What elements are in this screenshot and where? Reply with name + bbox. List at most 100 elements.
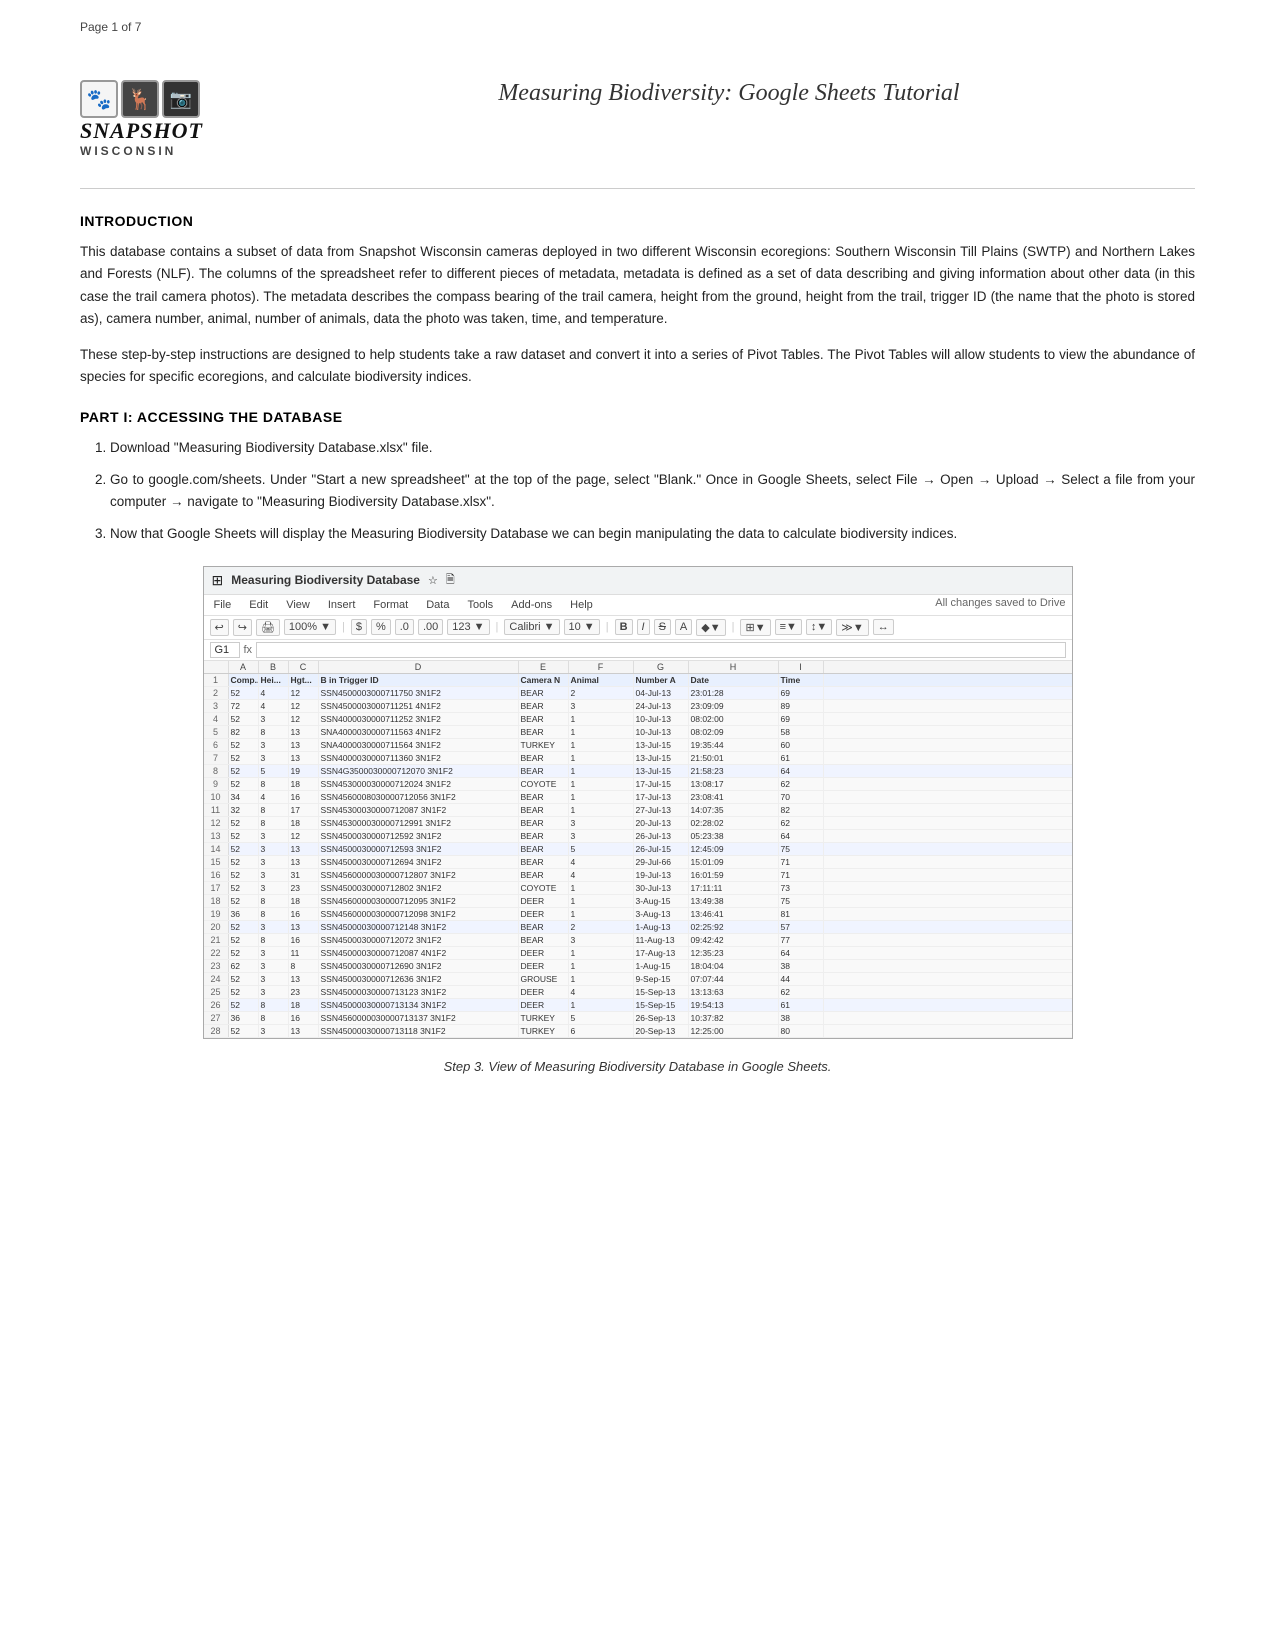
cell-g: 04-Jul-13 <box>634 687 689 699</box>
cell-b: 3 <box>259 752 289 764</box>
cell-a: 32 <box>229 804 259 816</box>
cell-d: SSN45000030000713123 3N1F2 <box>319 986 519 998</box>
cell-c: 11 <box>289 947 319 959</box>
font-dropdown[interactable]: Calibri ▼ <box>504 619 559 635</box>
cell-d: SSN453000030000712991 3N1F2 <box>319 817 519 829</box>
cell-b: 3 <box>259 713 289 725</box>
cell-b: 8 <box>259 908 289 920</box>
cell-a: 52 <box>229 856 259 868</box>
italic-button[interactable]: I <box>637 619 650 635</box>
menu-edit[interactable]: Edit <box>245 597 272 613</box>
format-number-button[interactable]: 123 ▼ <box>447 619 489 635</box>
formula-input[interactable] <box>256 642 1065 658</box>
cell-e: BEAR <box>519 765 569 777</box>
page-title: Measuring Biodiversity: Google Sheets Tu… <box>263 80 1195 107</box>
cell-e: BEAR <box>519 817 569 829</box>
table-row: 16 52 3 31 SSN4560000030000712807 3N1F2 … <box>204 869 1072 882</box>
font-size-dropdown[interactable]: 10 ▼ <box>564 619 600 635</box>
step-1-text: Download "Measuring Biodiversity Databas… <box>110 440 432 455</box>
data-rows-container: 2 52 4 12 SSN4500003000711750 3N1F2 BEAR… <box>204 687 1072 1038</box>
cell-g: 9-Sep-15 <box>634 973 689 985</box>
col-C: C <box>289 661 319 673</box>
rotate-button[interactable]: ↔ <box>873 619 894 635</box>
cell-b: 8 <box>259 817 289 829</box>
cell-c: 13 <box>289 752 319 764</box>
table-row: 5 82 8 13 SNA4000030000711563 4N1F2 BEAR… <box>204 726 1072 739</box>
strikethrough-button[interactable]: S <box>654 619 671 635</box>
cell-g: 17-Jul-13 <box>634 791 689 803</box>
dec-dec-button[interactable]: .0 <box>395 619 414 635</box>
menu-format[interactable]: Format <box>369 597 412 613</box>
row-num: 18 <box>204 895 229 907</box>
dec-inc-button[interactable]: .00 <box>418 619 443 635</box>
cell-h: 07:07:44 <box>689 973 779 985</box>
row-num: 22 <box>204 947 229 959</box>
menu-data[interactable]: Data <box>422 597 453 613</box>
cell-c: 17 <box>289 804 319 816</box>
percent-button[interactable]: % <box>371 619 391 635</box>
row-num: 15 <box>204 856 229 868</box>
borders-button[interactable]: ⊞▼ <box>740 619 770 636</box>
cell-h: 12:25:00 <box>689 1025 779 1037</box>
cell-g: 15-Sep-13 <box>634 986 689 998</box>
intro-paragraph-2: These step-by-step instructions are desi… <box>80 344 1195 389</box>
col-F: F <box>569 661 634 673</box>
menu-insert[interactable]: Insert <box>324 597 360 613</box>
menu-view[interactable]: View <box>282 597 314 613</box>
cell-f: 1 <box>569 999 634 1011</box>
table-row: 6 52 3 13 SNA4000030000711564 3N1F2 TURK… <box>204 739 1072 752</box>
cell-g: 13-Jul-15 <box>634 765 689 777</box>
row-num: 17 <box>204 882 229 894</box>
currency-button[interactable]: $ <box>351 619 367 635</box>
cell-d: SSN4500030000712592 3N1F2 <box>319 830 519 842</box>
table-row: 8 52 5 19 SSN4G3500030000712070 3N1F2 BE… <box>204 765 1072 778</box>
cell-d: SSN45300030000712087 3N1F2 <box>319 804 519 816</box>
cell-c: 12 <box>289 713 319 725</box>
cell-h: 12:35:23 <box>689 947 779 959</box>
cell-i: 70 <box>779 791 824 803</box>
zoom-dropdown[interactable]: 100% ▼ <box>284 619 336 635</box>
header-hgt: Hgt... <box>289 674 319 686</box>
cell-reference[interactable]: G1 <box>210 642 240 658</box>
menu-help[interactable]: Help <box>566 597 597 613</box>
header-number: Number A <box>634 674 689 686</box>
undo-button[interactable]: ↩ <box>210 619 229 636</box>
cell-e: GROUSE <box>519 973 569 985</box>
cell-e: BEAR <box>519 843 569 855</box>
cell-e: DEER <box>519 895 569 907</box>
cell-g: 20-Sep-13 <box>634 1025 689 1037</box>
cell-f: 1 <box>569 882 634 894</box>
table-row: 19 36 8 16 SSN4560000030000712098 3N1F2 … <box>204 908 1072 921</box>
cell-g: 13-Jul-15 <box>634 752 689 764</box>
gs-toolbar: ↩ ↪ 🖨 100% ▼ | $ % .0 .00 123 ▼ | Calibr… <box>204 616 1072 640</box>
cell-b: 3 <box>259 973 289 985</box>
redo-button[interactable]: ↪ <box>233 619 252 636</box>
print-button[interactable]: 🖨 <box>256 619 280 636</box>
cell-e: BEAR <box>519 687 569 699</box>
cell-a: 52 <box>229 687 259 699</box>
align-button[interactable]: ↕▼ <box>806 619 832 635</box>
fill-color-button[interactable]: ◆▼ <box>696 619 725 636</box>
text-color-button[interactable]: A <box>675 619 692 635</box>
cell-i: 44 <box>779 973 824 985</box>
bold-button[interactable]: B <box>615 619 633 635</box>
wrap-button[interactable]: ≫▼ <box>836 619 868 636</box>
cell-h: 13:08:17 <box>689 778 779 790</box>
row-num: 26 <box>204 999 229 1011</box>
cell-b: 8 <box>259 895 289 907</box>
cell-f: 5 <box>569 843 634 855</box>
cell-d: SSN4560000030000712095 3N1F2 <box>319 895 519 907</box>
menu-file[interactable]: File <box>210 597 236 613</box>
merge-button[interactable]: ≡▼ <box>775 619 802 635</box>
row-num: 6 <box>204 739 229 751</box>
cell-g: 30-Jul-13 <box>634 882 689 894</box>
cell-h: 16:01:59 <box>689 869 779 881</box>
menu-addons[interactable]: Add-ons <box>507 597 556 613</box>
step-3-text: Now that Google Sheets will display the … <box>110 526 957 541</box>
table-row: 25 52 3 23 SSN45000030000713123 3N1F2 DE… <box>204 986 1072 999</box>
cell-d: SSN4000030000711360 3N1F2 <box>319 752 519 764</box>
cell-g: 3-Aug-15 <box>634 895 689 907</box>
page-number: Page 1 of 7 <box>80 20 141 34</box>
menu-tools[interactable]: Tools <box>463 597 497 613</box>
cell-f: 1 <box>569 895 634 907</box>
